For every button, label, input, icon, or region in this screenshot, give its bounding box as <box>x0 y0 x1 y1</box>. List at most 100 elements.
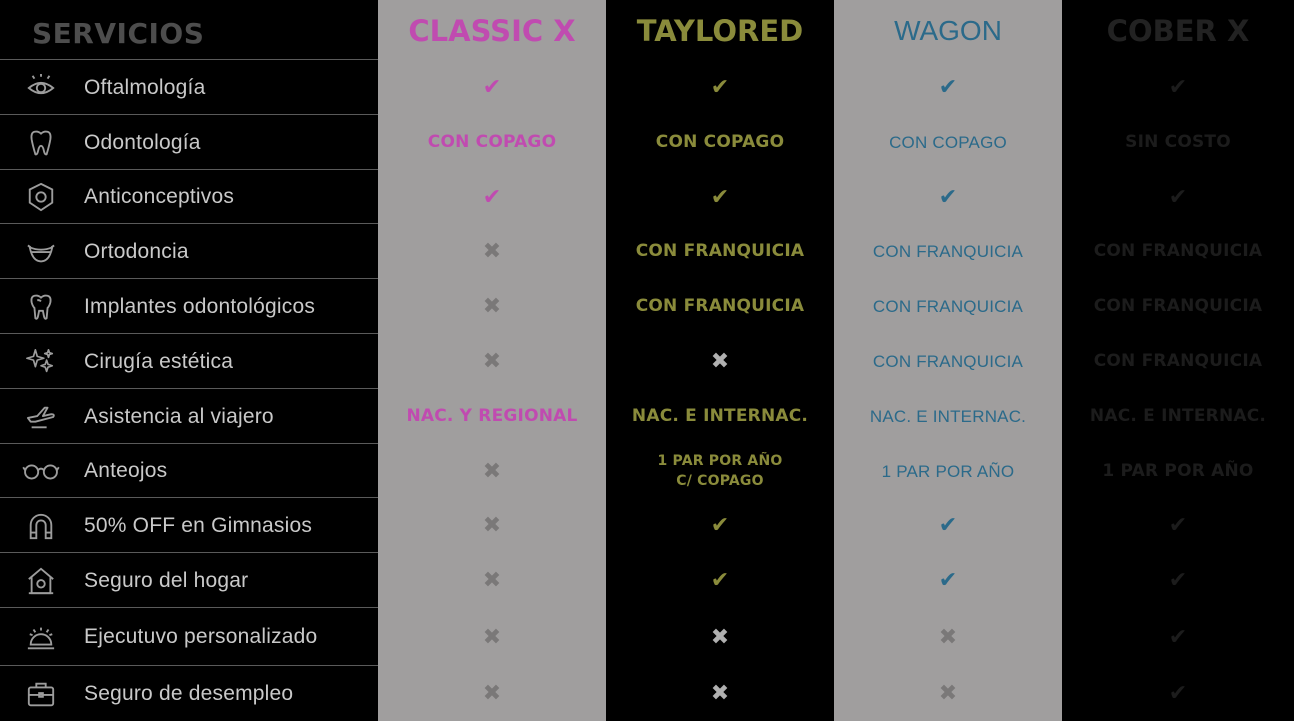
plan-cell-cober-x: CON FRANQUICIA <box>1062 334 1294 389</box>
service-bell-icon <box>22 608 60 666</box>
service-row: Cirugía estética ✖ ✖ CON FRANQUICIA CON FRAN… <box>0 333 1294 389</box>
checkmark-icon: ✔ <box>1168 75 1188 100</box>
plan-cell-wagon: CON FRANQUICIA <box>834 279 1062 334</box>
cross-icon: ✖ <box>482 568 502 593</box>
plan-cell-cober-x: ✔ <box>1062 60 1294 115</box>
service-row: Ejecutuvo personalizado ✖ ✖ ✖ ✔ <box>0 607 1294 666</box>
checkmark-icon: ✔ <box>710 568 730 593</box>
service-label: Ejecutuvo personalizado <box>84 625 318 648</box>
cross-icon: ✖ <box>710 681 730 706</box>
service-row: Asistencia al viajero NAC. Y REGIONAL NAC.… <box>0 388 1294 444</box>
plan-cell-classic-x: ✔ <box>378 170 606 224</box>
service-label: 50% OFF en Gimnasios <box>84 513 313 537</box>
plan-cell-wagon: ✔ <box>834 60 1062 115</box>
coverage-text: CON FRANQUICIA <box>635 241 805 261</box>
coverage-text: CON COPAGO <box>427 132 557 152</box>
tooth-implant-icon <box>22 279 60 334</box>
service-label: Asistencia al viajero <box>84 404 274 428</box>
plan-cell-classic-x: ✖ <box>378 334 606 389</box>
glasses-icon <box>22 444 60 498</box>
cross-icon: ✖ <box>482 458 502 484</box>
checkmark-icon: ✔ <box>938 75 958 100</box>
service-row: Seguro de desempleo ✖ ✖ ✖ ✔ <box>0 665 1294 721</box>
cross-icon: ✖ <box>482 513 502 538</box>
plan-cell-wagon: 1 PAR POR AÑO <box>834 444 1062 498</box>
plan-cell-taylored: 1 PAR POR AÑO C/ COPAGO <box>606 444 834 498</box>
cross-icon: ✖ <box>482 294 502 319</box>
plan-header-taylored: TAYLORED <box>636 14 804 48</box>
plan-cell-classic-x: ✖ <box>378 279 606 334</box>
coverage-text: NAC. Y REGIONAL <box>406 406 578 426</box>
plan-cell-taylored: CON FRANQUICIA <box>606 224 834 279</box>
checkmark-icon: ✔ <box>1168 184 1188 210</box>
checkmark-icon: ✔ <box>482 184 502 210</box>
checkmark-icon: ✔ <box>1168 681 1188 706</box>
plan-cell-wagon: CON FRANQUICIA <box>834 224 1062 279</box>
plan-cell-cober-x: CON FRANQUICIA <box>1062 224 1294 279</box>
plan-cell-taylored: ✖ <box>606 666 834 721</box>
plan-cell-classic-x: ✔ <box>378 60 606 115</box>
coverage-text: CON FRANQUICIA <box>872 297 1024 316</box>
cross-icon: ✖ <box>482 681 502 706</box>
plan-cell-taylored: ✔ <box>606 553 834 608</box>
cross-icon: ✖ <box>938 681 958 706</box>
service-label: Seguro de desempleo <box>84 681 294 705</box>
checkmark-icon: ✔ <box>938 513 958 538</box>
plan-cell-wagon: ✔ <box>834 170 1062 224</box>
cross-icon: ✖ <box>482 349 502 374</box>
shield-icon <box>22 170 60 224</box>
plan-cell-taylored: ✔ <box>606 170 834 224</box>
coverage-text: NAC. E INTERNAC. <box>1089 406 1267 426</box>
plan-cell-classic-x: ✖ <box>378 666 606 721</box>
coverage-text: CON FRANQUICIA <box>1093 241 1263 261</box>
plan-cell-cober-x: ✔ <box>1062 608 1294 666</box>
cross-icon: ✖ <box>710 624 730 650</box>
plan-cell-cober-x: ✔ <box>1062 553 1294 608</box>
plan-cell-classic-x: ✖ <box>378 553 606 608</box>
service-row: Anteojos ✖ 1 PAR POR AÑO C/ COPAGO 1 PAR PO… <box>0 443 1294 498</box>
cross-icon: ✖ <box>482 239 502 264</box>
plan-cell-cober-x: ✔ <box>1062 498 1294 553</box>
service-row: Implantes odontológicos ✖ CON FRANQUICIA CO… <box>0 278 1294 334</box>
coverage-text: NAC. E INTERNAC. <box>631 406 809 426</box>
plan-cell-classic-x: ✖ <box>378 224 606 279</box>
plan-cell-taylored: ✖ <box>606 334 834 389</box>
service-label: Seguro del hogar <box>84 568 249 592</box>
plan-cell-classic-x: ✖ <box>378 498 606 553</box>
service-label: Odontología <box>84 130 201 154</box>
eye-icon <box>22 60 60 115</box>
checkmark-icon: ✔ <box>710 184 730 210</box>
checkmark-icon: ✔ <box>938 184 958 210</box>
coverage-text: CON FRANQUICIA <box>1093 296 1263 316</box>
checkmark-icon: ✔ <box>1168 513 1188 538</box>
plan-cell-classic-x: ✖ <box>378 608 606 666</box>
plan-cell-classic-x: NAC. Y REGIONAL <box>378 389 606 444</box>
service-label: Oftalmología <box>84 75 206 99</box>
plan-header-cober-x: COBER X <box>1106 14 1250 48</box>
house-icon <box>22 553 60 608</box>
coverage-text: 1 PAR POR AÑO <box>881 461 1015 481</box>
braces-smile-icon <box>22 224 60 279</box>
plan-cell-wagon: CON COPAGO <box>834 115 1062 170</box>
coverage-text: NAC. E INTERNAC. <box>869 407 1027 426</box>
magnet-icon <box>22 498 60 553</box>
plan-cell-wagon: CON FRANQUICIA <box>834 334 1062 389</box>
checkmark-icon: ✔ <box>710 513 730 538</box>
airplane-icon <box>22 389 60 444</box>
coverage-text: 1 PAR POR AÑO <box>1102 460 1254 481</box>
plan-cell-classic-x: CON COPAGO <box>378 115 606 170</box>
plan-cell-wagon: ✔ <box>834 498 1062 553</box>
plan-cell-taylored: ✖ <box>606 608 834 666</box>
plan-cell-cober-x: 1 PAR POR AÑO <box>1062 444 1294 498</box>
plan-cell-taylored: NAC. E INTERNAC. <box>606 389 834 444</box>
plan-cell-taylored: CON COPAGO <box>606 115 834 170</box>
plan-cell-taylored: CON FRANQUICIA <box>606 279 834 334</box>
checkmark-icon: ✔ <box>482 75 502 100</box>
service-row: Anticonceptivos ✔ ✔ ✔ ✔ <box>0 169 1294 224</box>
coverage-text: CON COPAGO <box>655 132 785 152</box>
cross-icon: ✖ <box>482 624 502 650</box>
coverage-text: CON FRANQUICIA <box>872 242 1024 261</box>
service-label: Ortodoncia <box>84 239 189 263</box>
service-row: Oftalmología ✔ ✔ ✔ ✔ <box>0 59 1294 115</box>
coverage-text: CON FRANQUICIA <box>872 352 1024 371</box>
